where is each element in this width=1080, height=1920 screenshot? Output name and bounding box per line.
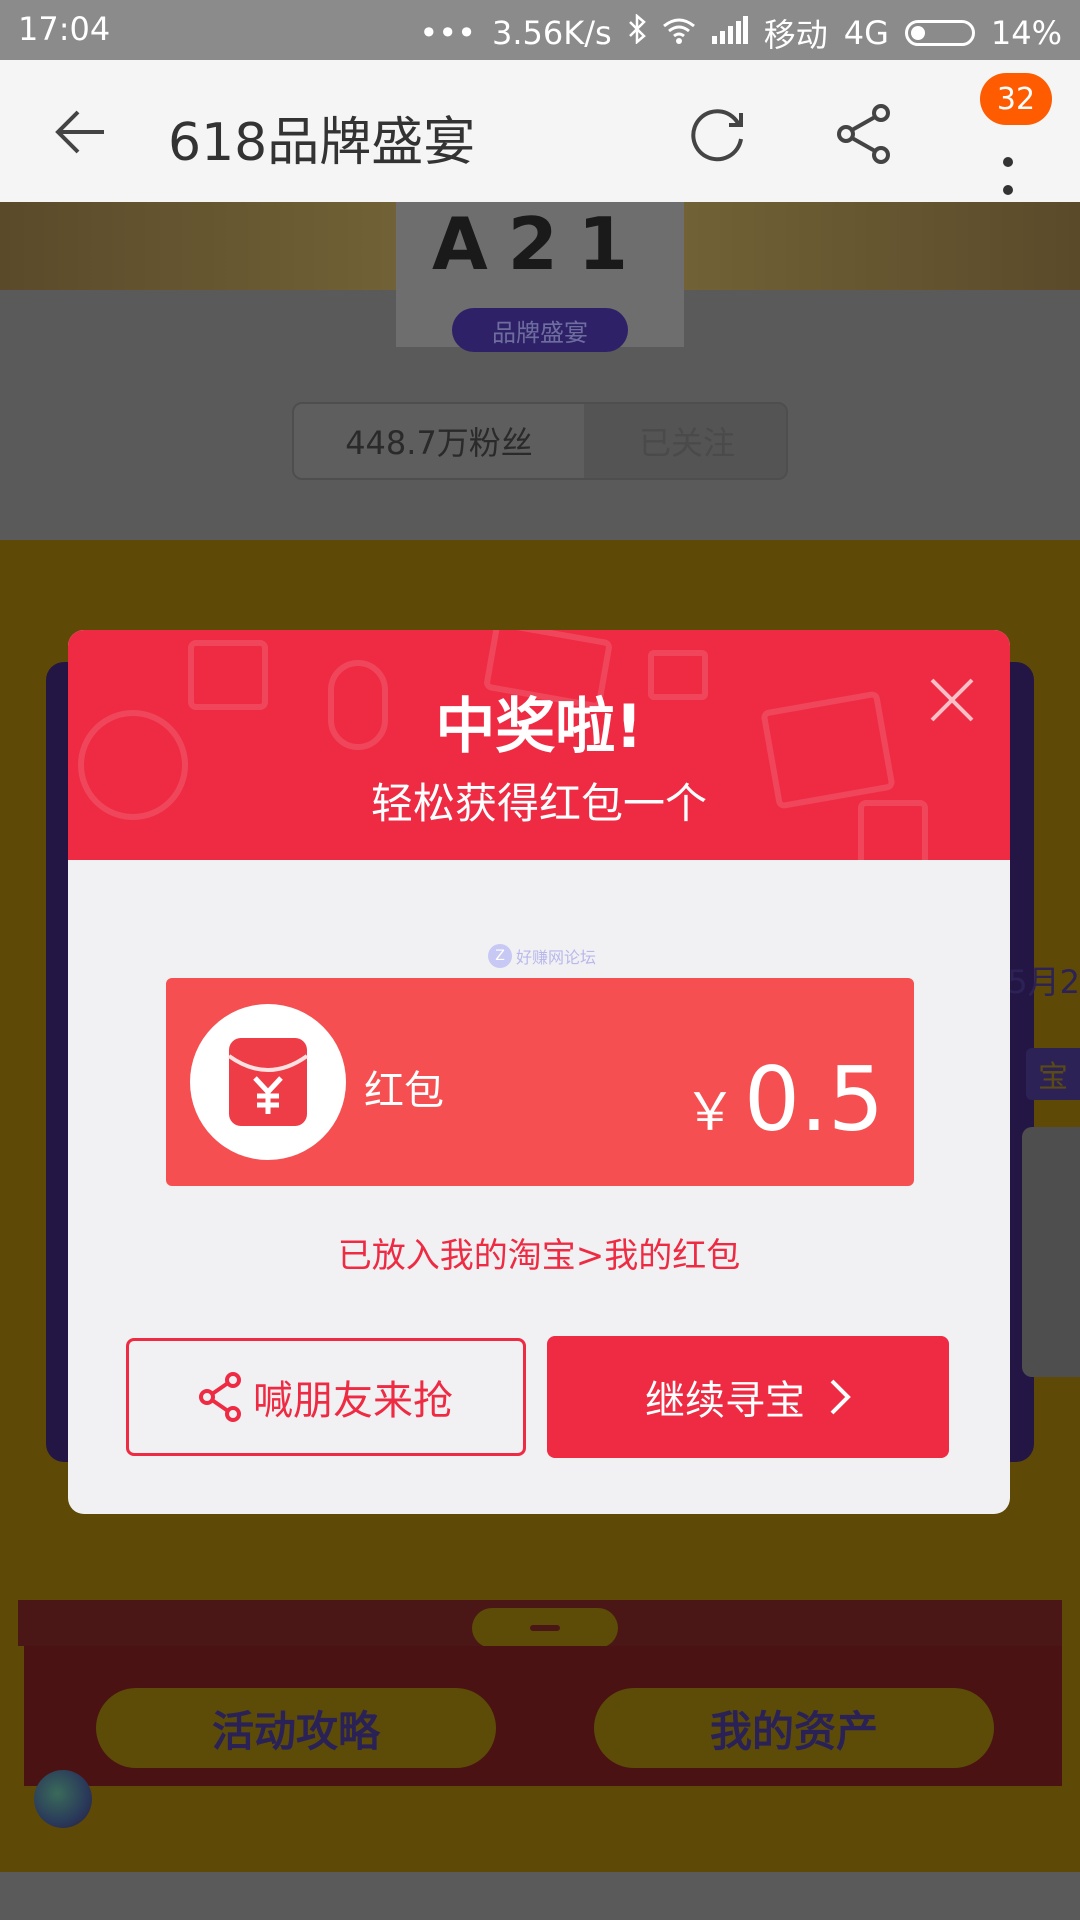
modal-header: 中奖啦! 轻松获得红包一个 <box>68 630 1010 860</box>
continue-button-label: 继续寻宝 <box>645 1378 805 1424</box>
reward-modal: 中奖啦! 轻松获得红包一个 Z 好赚网论坛 红包 ￥ 0.5 已放入我的淘宝>我… <box>68 630 1010 1514</box>
bluetooth-icon <box>628 13 646 52</box>
status-bar: 17:04 ••• 3.56K/s 移动 4G 14% <box>0 0 1080 60</box>
modal-subtitle: 轻松获得红包一个 <box>370 779 707 828</box>
fans-box: 448.7万粉丝 已关注 <box>292 402 788 480</box>
amount-value: 0.5 <box>744 1048 884 1151</box>
red-packet-amount: ￥ 0.5 <box>684 1048 884 1151</box>
share-to-friends-button[interactable]: 喊朋友来抢 <box>126 1338 526 1456</box>
notification-badge[interactable]: 32 <box>980 73 1052 125</box>
watermark-text: 好赚网论坛 <box>516 948 597 967</box>
watermark-logo-icon: Z <box>488 944 512 968</box>
floating-ball-icon[interactable] <box>34 1770 92 1828</box>
app-bar: 618品牌盛宴 32 <box>0 60 1080 202</box>
side-tag: 宝 <box>1026 1048 1080 1100</box>
drawer-handle[interactable] <box>472 1608 618 1648</box>
share-button-label: 喊朋友来抢 <box>253 1378 453 1424</box>
modal-title: 中奖啦! <box>435 692 643 762</box>
chevron-right-icon <box>830 1379 851 1415</box>
status-right: ••• 3.56K/s 移动 4G 14% <box>419 10 1062 56</box>
share-icon[interactable] <box>832 102 896 166</box>
red-packet-label: 红包 <box>364 1068 444 1114</box>
more-dots-icon: ••• <box>419 14 477 52</box>
close-icon[interactable] <box>926 674 978 726</box>
status-time: 17:04 <box>18 10 111 48</box>
bottom-strip <box>0 1872 1080 1920</box>
activity-guide-button[interactable]: 活动攻略 <box>96 1688 496 1768</box>
red-packet-card: 红包 ￥ 0.5 <box>166 978 914 1186</box>
continue-hunt-button[interactable]: 继续寻宝 <box>547 1336 949 1458</box>
page-title: 618品牌盛宴 <box>168 113 476 173</box>
refresh-icon[interactable] <box>686 102 750 166</box>
network-speed: 3.56K/s <box>492 14 612 52</box>
my-assets-button[interactable]: 我的资产 <box>594 1688 994 1768</box>
brand-tag: 品牌盛宴 <box>452 308 628 352</box>
currency-symbol: ￥ <box>684 1083 737 1143</box>
brand-logo-text: A21 <box>432 202 648 286</box>
network-type: 4G <box>843 14 889 52</box>
reward-note: 已放入我的淘宝>我的红包 <box>337 1236 741 1276</box>
red-packet-icon-circle <box>190 1004 346 1160</box>
follow-button[interactable]: 已关注 <box>584 404 786 478</box>
side-date: 5月2 <box>1007 963 1080 1001</box>
share-icon-small <box>199 1372 241 1422</box>
watermark: Z 好赚网论坛 <box>488 944 596 968</box>
signal-icon <box>711 14 748 52</box>
battery-level: 14% <box>990 14 1062 52</box>
fans-count: 448.7万粉丝 <box>345 424 533 462</box>
wifi-icon <box>662 14 696 52</box>
side-image <box>1022 1127 1080 1377</box>
battery-icon <box>904 20 975 46</box>
red-packet-icon <box>227 1038 309 1126</box>
carrier-name: 移动 <box>763 16 828 54</box>
back-arrow-icon[interactable] <box>50 102 110 162</box>
